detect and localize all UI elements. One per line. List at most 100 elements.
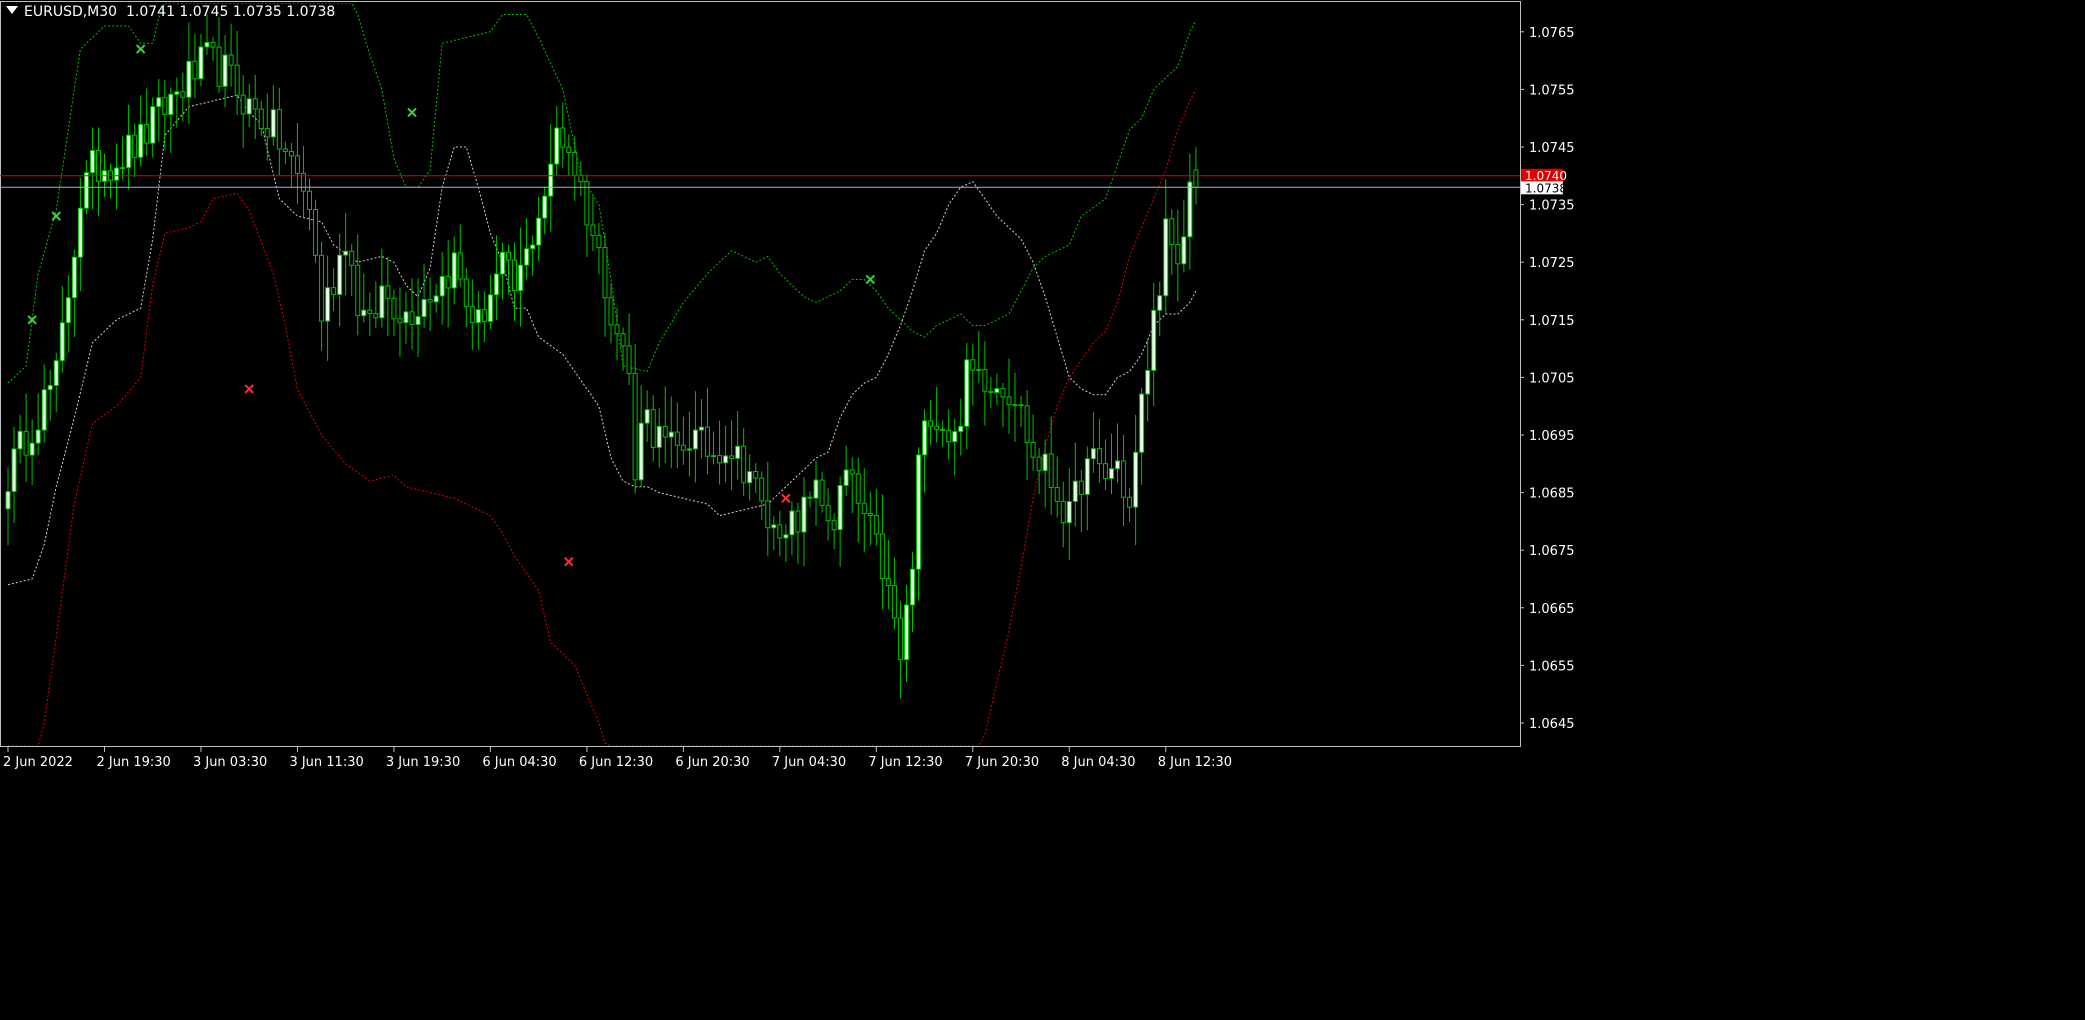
candle-bear bbox=[717, 455, 723, 464]
candle-bull bbox=[89, 150, 95, 174]
candle-bull bbox=[747, 471, 753, 484]
candle-bull bbox=[964, 359, 970, 427]
candle-bear bbox=[457, 252, 463, 280]
candle-bear bbox=[596, 234, 602, 248]
collapse-triangle-icon[interactable] bbox=[6, 6, 18, 14]
candle-bear bbox=[1030, 441, 1036, 458]
candle-bull bbox=[83, 172, 89, 209]
candle-bear bbox=[355, 264, 361, 317]
candle-bear bbox=[795, 510, 801, 533]
candle-bear bbox=[608, 297, 614, 326]
candle-bull bbox=[530, 244, 536, 250]
candle-bear bbox=[1036, 456, 1042, 472]
time-tick-label: 8 Jun 04:30 bbox=[1061, 755, 1135, 770]
candle-bull bbox=[1084, 458, 1090, 495]
candle-bear bbox=[897, 617, 903, 661]
candle-bull bbox=[487, 294, 493, 322]
candle-bear bbox=[1096, 448, 1102, 465]
candle-bear bbox=[614, 324, 620, 335]
candle-bear bbox=[946, 429, 952, 443]
candle-bear bbox=[1078, 480, 1084, 495]
candle-bull bbox=[698, 426, 704, 431]
candle-bear bbox=[928, 420, 934, 427]
chart-header: EURUSD,M30 1.0741 1.0745 1.0735 1.0738 bbox=[6, 4, 335, 20]
time-tick-label: 6 Jun 20:30 bbox=[675, 755, 749, 770]
candle-bull bbox=[843, 469, 849, 486]
price-tick-label: 1.0695 bbox=[1529, 429, 1575, 444]
candle-bear bbox=[313, 209, 319, 256]
candle-bear bbox=[385, 285, 391, 299]
candle-bear bbox=[282, 148, 288, 153]
candle-bear bbox=[982, 369, 988, 392]
candle-bull bbox=[222, 54, 228, 87]
time-tick-label: 3 Jun 03:30 bbox=[193, 755, 267, 770]
candle-bear bbox=[391, 297, 397, 320]
candle-bear bbox=[934, 425, 940, 430]
candle-bear bbox=[988, 390, 994, 393]
price-chart[interactable]: 1.0765 1.0755 1.0745 1.0735 1.0725 1.0715 1.07… bbox=[0, 0, 2085, 1020]
time-tick-label: 2 Jun 19:30 bbox=[96, 755, 170, 770]
candle-bull bbox=[638, 422, 644, 481]
candle-bear bbox=[1060, 500, 1066, 524]
candle-bull bbox=[783, 534, 789, 539]
candle-bull bbox=[47, 384, 53, 391]
candle-bear bbox=[704, 426, 710, 457]
candle-bear bbox=[427, 298, 433, 303]
candle-bull bbox=[1108, 468, 1114, 479]
candle-bull bbox=[735, 445, 741, 459]
candle-bull bbox=[71, 256, 77, 299]
candle-bear bbox=[873, 515, 879, 535]
candle-bull bbox=[120, 167, 126, 170]
candle-bear bbox=[1018, 404, 1024, 407]
candle-bear bbox=[23, 430, 29, 456]
candle-bull bbox=[686, 448, 692, 451]
candle-bull bbox=[114, 167, 120, 181]
price-tick-label: 1.0655 bbox=[1529, 659, 1575, 674]
candle-bull bbox=[1187, 181, 1193, 238]
candle-bull bbox=[361, 309, 367, 317]
candle-bull bbox=[53, 360, 59, 386]
candle-bear bbox=[891, 585, 897, 619]
candle-bull bbox=[475, 309, 481, 324]
candle-bear bbox=[1006, 396, 1012, 406]
candle-bull bbox=[270, 109, 276, 138]
candle-bear bbox=[590, 224, 596, 236]
candle-bear bbox=[572, 151, 578, 176]
candle-bull bbox=[325, 287, 331, 322]
candle-bear bbox=[632, 372, 638, 481]
candle-bull bbox=[29, 442, 35, 456]
candle-bear bbox=[855, 473, 861, 504]
candle-bull bbox=[542, 195, 548, 219]
candle-bear bbox=[680, 444, 686, 451]
candle-bear bbox=[192, 60, 198, 80]
bid-price-label: 1.0738 bbox=[1525, 181, 1567, 195]
candle-bear bbox=[867, 512, 873, 517]
candle-bull bbox=[771, 524, 777, 529]
candle-bull bbox=[1066, 500, 1072, 524]
candle-bear bbox=[319, 254, 325, 322]
time-tick-label: 3 Jun 19:30 bbox=[386, 755, 460, 770]
price-tick-label: 1.0675 bbox=[1529, 544, 1575, 559]
candle-bull bbox=[789, 510, 795, 536]
candle-bull bbox=[910, 568, 915, 606]
candle-bear bbox=[463, 278, 469, 308]
time-tick-label: 7 Jun 20:30 bbox=[965, 755, 1039, 770]
candle-bear bbox=[940, 428, 946, 431]
candle-bear bbox=[373, 312, 379, 319]
candle-bear bbox=[584, 181, 590, 226]
candle-bear bbox=[1175, 243, 1181, 265]
candle-bear bbox=[210, 41, 216, 48]
candle-bear bbox=[885, 578, 891, 587]
candle-bear bbox=[1127, 496, 1133, 508]
candle-bear bbox=[650, 409, 656, 448]
candle-bull bbox=[156, 97, 162, 108]
candle-bull bbox=[126, 134, 132, 169]
candle-bull bbox=[246, 98, 252, 115]
candle-bull bbox=[41, 389, 47, 431]
candle-bear bbox=[162, 97, 168, 115]
time-tick-label: 3 Jun 11:30 bbox=[289, 755, 363, 770]
candle-bull bbox=[433, 295, 439, 303]
candle-bear bbox=[879, 533, 885, 580]
candle-bear bbox=[228, 54, 234, 66]
price-tick-label: 1.0715 bbox=[1529, 314, 1575, 329]
